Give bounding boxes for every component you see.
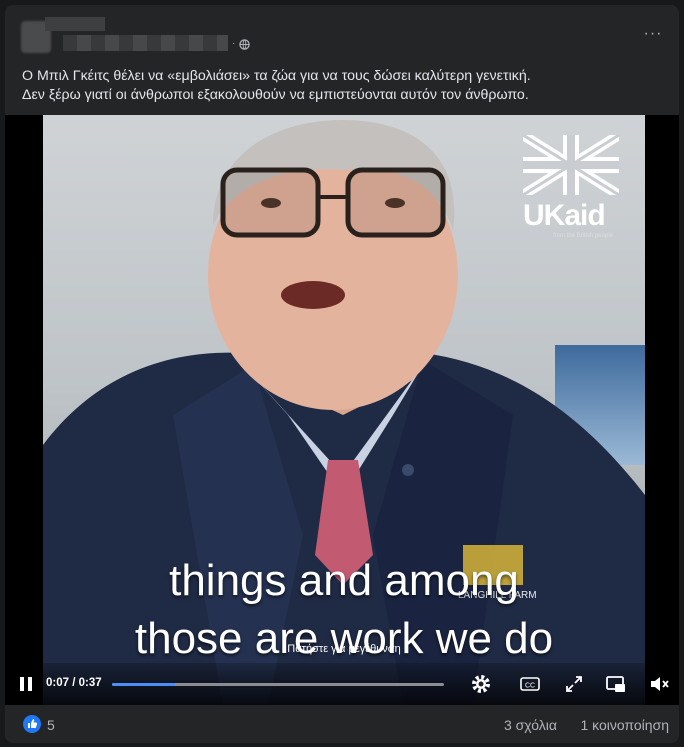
post-caption: Ο Μπιλ Γκέιτς θέλει να «εμβολιάσει» τα ζ…: [22, 67, 662, 105]
author-name-redacted: [45, 17, 105, 31]
author-meta-redacted[interactable]: [63, 35, 228, 51]
separator-dot: ·: [232, 38, 236, 49]
svg-text:CC: CC: [525, 683, 535, 690]
caption-line-2: Δεν ξέρω γιατί οι άνθρωποι εξακολουθούν …: [22, 87, 529, 103]
time-display: 0:07 / 0:37: [46, 677, 102, 689]
like-count[interactable]: 5: [47, 717, 55, 733]
uk-flag-icon: [523, 135, 619, 195]
video-frame[interactable]: UKaid from the British people LANGHILL F…: [43, 115, 645, 705]
zoom-hint: Πατήστε για μεγέθυνση: [287, 643, 401, 655]
settings-icon[interactable]: [470, 673, 492, 695]
shares-count[interactable]: 1 κοινοποίηση: [580, 717, 669, 733]
more-icon: ···: [643, 25, 663, 42]
ukaid-subtext: from the British people: [553, 233, 614, 239]
caption-line-1: Ο Μπιλ Γκέιτς θέλει να «εμβολιάσει» τα ζ…: [22, 68, 531, 84]
like-icon[interactable]: [23, 715, 41, 733]
fullscreen-icon[interactable]: [563, 673, 585, 695]
volume-muted-icon[interactable]: [648, 673, 670, 695]
picture-in-picture-icon[interactable]: [605, 673, 627, 695]
progress-fill: [112, 683, 176, 686]
pause-icon[interactable]: [19, 676, 33, 692]
ukaid-text: UKaid: [523, 199, 606, 232]
post-header: · ···: [5, 5, 679, 65]
globe-icon[interactable]: [239, 39, 250, 50]
captions-icon[interactable]: CC: [519, 673, 541, 695]
video-controls: 0:07 / 0:37 CC: [5, 663, 679, 705]
post-footer: 5 3 σχόλια 1 κοινοποίηση: [5, 705, 679, 743]
subtitle-line-1: things and among: [169, 556, 519, 605]
video-player[interactable]: UKaid from the British people LANGHILL F…: [5, 115, 679, 705]
progress-bar[interactable]: [112, 683, 444, 686]
comments-count[interactable]: 3 σχόλια: [504, 717, 557, 733]
post-card: · ··· Ο Μπιλ Γκέιτς θέλει να «εμβολιάσει…: [5, 5, 679, 743]
more-options-button[interactable]: ···: [641, 25, 665, 45]
ukaid-logo: UKaid from the British people: [523, 135, 619, 239]
subtitle-line-2: those are work we do: [134, 614, 554, 663]
